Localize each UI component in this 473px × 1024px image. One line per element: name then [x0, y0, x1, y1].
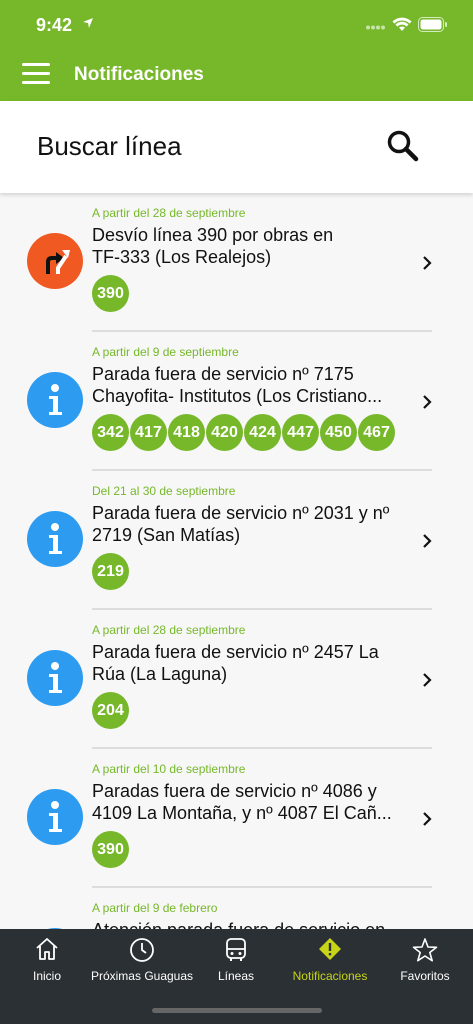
search-icon[interactable] [386, 129, 420, 163]
notifications-list: A partir del 28 de septiembre Desvío líne… [0, 193, 473, 929]
app-header: 9:42 Notificaciones [0, 0, 473, 101]
line-badge[interactable]: 447 [282, 414, 319, 451]
wifi-icon [392, 17, 412, 31]
notification-item[interactable]: A partir del 28 de septiembre Parada fuer… [0, 610, 473, 749]
notification-date: A partir del 9 de febrero [92, 901, 218, 915]
star-icon [412, 937, 438, 966]
tab-label: Inicio [32, 969, 61, 983]
notification-title-line: Parada fuera de servicio nº 2031 y nº [92, 503, 390, 523]
notification-title: Atención parada fuera de servicio en [92, 919, 410, 929]
notification-title-line: Desvío línea 390 por obras en [92, 225, 334, 245]
notification-title-line: Parada fuera de servicio nº 2457 La [92, 642, 379, 662]
battery-icon [418, 17, 447, 32]
notification-date: A partir del 28 de septiembre [92, 623, 246, 637]
hamburger-menu-icon[interactable] [22, 63, 52, 87]
tab-label: Favoritos [400, 969, 450, 983]
chevron-right-icon [421, 533, 433, 554]
notification-item[interactable]: A partir del 28 de septiembre Desvío líne… [0, 193, 473, 332]
tab-label: Líneas [217, 969, 255, 983]
notification-title-line: Parada fuera de servicio nº 7175 [92, 364, 354, 384]
notification-date: A partir del 9 de septiembre [92, 345, 239, 359]
notification-date: Del 21 al 30 de septiembre [92, 484, 236, 498]
page-title: Notificaciones [74, 64, 204, 85]
line-badge[interactable]: 424 [244, 414, 281, 451]
tab-pr-ximas-guaguas[interactable]: Próximas Guaguas [87, 929, 197, 999]
notification-item[interactable]: Del 21 al 30 de septiembre Parada fuera d… [0, 471, 473, 610]
detour-icon [27, 233, 83, 289]
notification-item[interactable]: A partir del 9 de septiembre Parada fuera… [0, 332, 473, 471]
status-bar: 9:42 [0, 0, 473, 50]
chevron-right-icon [421, 394, 433, 415]
line-badges: 390 [92, 275, 408, 313]
notification-title-line: 2719 (San Matías) [92, 525, 241, 545]
notification-title: Parada fuera de servicio nº 2457 La Rúa (… [92, 641, 410, 685]
line-badge[interactable]: 390 [92, 831, 129, 868]
chevron-right-icon [421, 672, 433, 693]
status-time: 9:42 [36, 15, 73, 35]
notification-title-line: Rúa (La Laguna) [92, 664, 228, 684]
notification-title: Parada fuera de servicio nº 7175 Chayofit… [92, 363, 410, 407]
line-badges: 342 417 418 420 424 447 450 467 [92, 414, 408, 452]
notification-title-line: Chayofita- Institutos (Los Cristiano... [92, 386, 383, 406]
line-badge[interactable]: 204 [92, 692, 129, 729]
tab-favoritos[interactable]: Favoritos [385, 929, 465, 999]
search-input[interactable]: Buscar línea [37, 131, 182, 162]
info-icon [27, 650, 83, 706]
tab-label: Próximas Guaguas [90, 969, 194, 983]
notification-title-line: TF-333 (Los Realejos) [92, 247, 272, 267]
line-badge[interactable]: 342 [92, 414, 129, 451]
notification-item[interactable]: A partir del 10 de septiembre Paradas fue… [0, 749, 473, 888]
line-badge[interactable]: 420 [206, 414, 243, 451]
info-icon [27, 511, 83, 567]
notification-title-line: 4109 La Montaña, y nº 4087 El Cañ... [92, 803, 392, 823]
line-badges: 390 [92, 831, 408, 869]
notification-date: A partir del 10 de septiembre [92, 762, 246, 776]
notification-title-line: Atención parada fuera de servicio en [92, 919, 410, 929]
notification-title: Paradas fuera de servicio nº 4086 y 4109 … [92, 780, 410, 824]
notification-item[interactable]: A partir del 9 de febrero Atención parada… [0, 888, 473, 929]
bus-icon [224, 937, 248, 966]
home-indicator [152, 1008, 322, 1013]
line-badge[interactable]: 418 [168, 414, 205, 451]
info-icon [27, 372, 83, 428]
chevron-right-icon [421, 255, 433, 276]
signal-dots-icon [366, 25, 385, 30]
notification-date: A partir del 28 de septiembre [92, 206, 246, 220]
tab-inicio[interactable]: Inicio [7, 929, 87, 999]
line-badge[interactable]: 467 [358, 414, 395, 451]
chevron-right-icon [421, 811, 433, 832]
tab-notificaciones[interactable]: Notificaciones [275, 929, 385, 999]
notification-title-line: Paradas fuera de servicio nº 4086 y [92, 781, 377, 801]
notification-title: Desvío línea 390 por obras en TF-333 (Los… [92, 224, 410, 268]
line-badges: 219 [92, 553, 408, 591]
home-icon [34, 937, 60, 964]
info-icon [27, 789, 83, 845]
clock-icon [129, 937, 155, 966]
notification-title: Parada fuera de servicio nº 2031 y nº 271… [92, 502, 410, 546]
line-badge[interactable]: 390 [92, 275, 129, 312]
line-badge[interactable]: 450 [320, 414, 357, 451]
line-badge[interactable]: 219 [92, 553, 129, 590]
line-badges: 204 [92, 692, 408, 730]
tab-l-neas[interactable]: Líneas [196, 929, 276, 999]
warning-icon [318, 937, 342, 964]
tab-label: Notificaciones [292, 969, 368, 983]
line-badge[interactable]: 417 [130, 414, 167, 451]
location-arrow-icon [83, 18, 93, 28]
